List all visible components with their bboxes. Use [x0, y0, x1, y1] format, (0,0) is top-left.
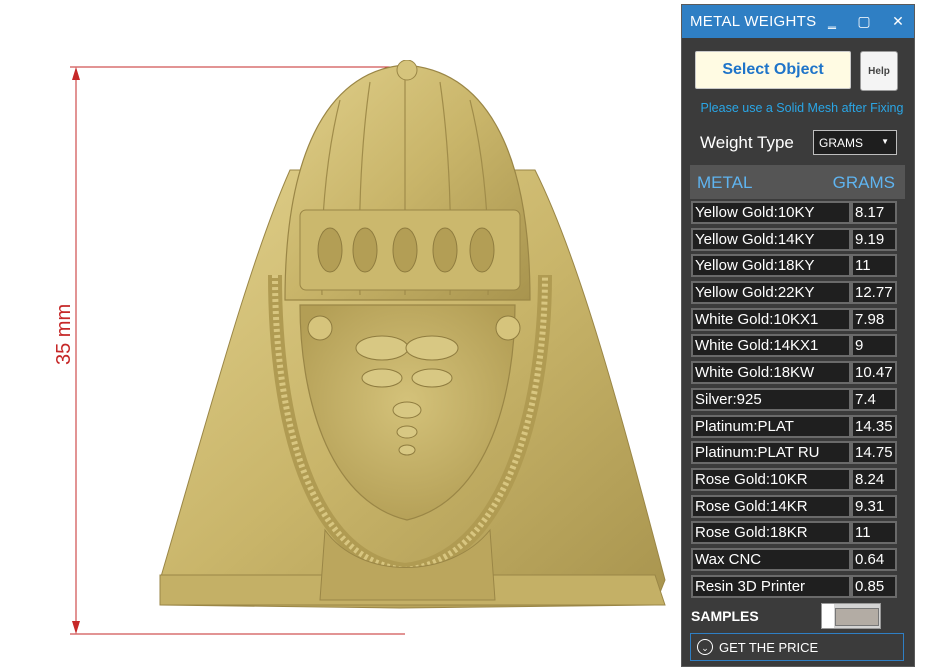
metal-name-cell: Rose Gold:14KR: [691, 494, 851, 518]
metal-name-cell: Yellow Gold:10KY: [691, 201, 851, 224]
table-row: Platinum:PLAT 14.35: [691, 414, 901, 442]
table-header: METAL GRAMS: [690, 165, 905, 199]
metal-name-cell: Rose Gold:18KR: [691, 521, 851, 545]
table-row: White Gold:18KW 10.47: [691, 361, 901, 388]
metal-name-cell: Yellow Gold:22KY: [691, 281, 851, 305]
table-row: Resin 3D Printer 0.85: [691, 574, 901, 602]
header-metal: METAL: [697, 173, 753, 192]
weight-value-cell: 7.4: [851, 387, 897, 411]
weight-value-cell: 8.24: [851, 467, 897, 491]
weight-value-cell: 11: [851, 254, 897, 278]
metal-name-cell: Silver:925: [691, 387, 851, 411]
weight-value-cell: 8.17: [851, 201, 897, 224]
weight-value-cell: 14.75: [851, 441, 897, 465]
table-row: Silver:925 7.4: [691, 387, 901, 415]
samples-toggle[interactable]: [821, 603, 881, 629]
table-row: Rose Gold:10KR 8.24: [691, 467, 901, 495]
weights-table: Yellow Gold:10KY 8.17 Yellow Gold:14KY 9.19…: [691, 201, 901, 601]
dropdown-arrow-icon: ▼: [881, 137, 889, 146]
metal-name-cell: White Gold:18KW: [691, 361, 851, 385]
table-row: Yellow Gold:10KY 8.17: [691, 201, 901, 228]
model-viewport[interactable]: 35 mm: [0, 0, 680, 667]
metal-name-cell: Wax CNC: [691, 547, 851, 571]
hint-text: Please use a Solid Mesh after Fixing: [700, 101, 904, 115]
weight-value-cell: 10.47: [851, 361, 897, 385]
get-price-button[interactable]: ⌄ GET THE PRICE: [690, 633, 904, 661]
weight-value-cell: 7.98: [851, 307, 897, 331]
toggle-knob[interactable]: [822, 604, 834, 628]
metal-weights-panel: METAL WEIGHTS ‗ ▢ ✕ Select Object Help P…: [681, 4, 915, 667]
table-row: Yellow Gold:14KY 9.19: [691, 227, 901, 255]
weight-value-cell: 12.77: [851, 281, 897, 305]
minimize-button[interactable]: ‗: [822, 11, 842, 31]
close-button[interactable]: ✕: [888, 11, 908, 31]
weight-value-cell: 11: [851, 521, 897, 545]
table-row: Platinum:PLAT RU 14.75: [691, 441, 901, 468]
get-price-label: GET THE PRICE: [719, 639, 819, 655]
metal-name-cell: Resin 3D Printer: [691, 574, 851, 598]
metal-name-cell: Platinum:PLAT RU: [691, 441, 851, 465]
table-row: Rose Gold:18KR 11: [691, 521, 901, 548]
weight-value-cell: 9.19: [851, 227, 897, 251]
panel-title: METAL WEIGHTS: [690, 13, 817, 30]
metal-name-cell: Platinum:PLAT: [691, 414, 851, 438]
weight-value-cell: 9.31: [851, 494, 897, 518]
table-row: Wax CNC 0.64: [691, 547, 901, 575]
table-row: White Gold:10KX1 7.98: [691, 307, 901, 335]
table-row: Rose Gold:14KR 9.31: [691, 494, 901, 522]
dimension-label: 35 mm: [53, 303, 75, 365]
pendant-model[interactable]: [150, 60, 670, 620]
metal-name-cell: Yellow Gold:18KY: [691, 254, 851, 278]
weight-type-select[interactable]: GRAMS ▼: [813, 130, 897, 155]
metal-name-cell: White Gold:14KX1: [691, 334, 851, 358]
title-bar[interactable]: METAL WEIGHTS ‗ ▢ ✕: [682, 5, 914, 38]
header-unit: GRAMS: [832, 173, 895, 192]
samples-label: SAMPLES: [691, 608, 759, 624]
metal-name-cell: Yellow Gold:14KY: [691, 227, 851, 251]
select-object-button[interactable]: Select Object: [695, 51, 851, 89]
weight-value-cell: 0.64: [851, 547, 897, 571]
weight-value-cell: 0.85: [851, 574, 897, 598]
maximize-button[interactable]: ▢: [854, 11, 874, 31]
weight-type-value: GRAMS: [819, 135, 864, 150]
metal-name-cell: White Gold:10KX1: [691, 307, 851, 331]
weight-value-cell: 9: [851, 334, 897, 358]
weight-type-label: Weight Type: [700, 133, 794, 152]
table-row: Yellow Gold:22KY 12.77: [691, 281, 901, 308]
weight-value-cell: 14.35: [851, 414, 897, 438]
chevron-down-icon: ⌄: [697, 639, 713, 655]
metal-name-cell: Rose Gold:10KR: [691, 467, 851, 491]
table-row: White Gold:14KX1 9: [691, 334, 901, 361]
toggle-track: [835, 608, 879, 626]
table-row: Yellow Gold:18KY 11: [691, 254, 901, 281]
help-button[interactable]: Help: [860, 51, 898, 91]
